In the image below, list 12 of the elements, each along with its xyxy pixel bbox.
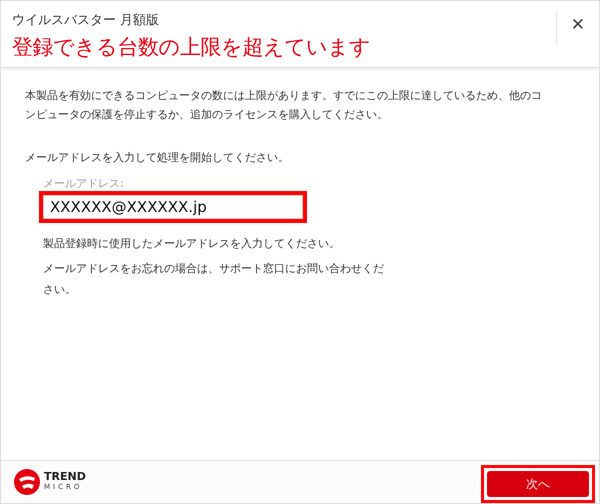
prompt-text: メールアドレスを入力して処理を開始してください。 <box>25 150 290 166</box>
help-text: 製品登録時に使用したメールアドレスを入力してください。 <box>43 236 341 252</box>
email-field[interactable]: XXXXXX@XXXXXX.jp <box>39 191 307 223</box>
help-text: メールアドレスをお忘れの場合は、サポート窓口にお問い合わせください。 <box>43 261 385 298</box>
logo-text: TREND <box>44 471 86 482</box>
logo-icon <box>13 468 41 496</box>
window-title: 登録できる台数の上限を超えています <box>12 34 372 61</box>
next-button[interactable]: 次へ <box>487 471 589 497</box>
intro-text: 本製品を有効にできるコンピュータの数には上限があります。すでにこの上限に達しているため、他のコンピュータの保護を停止するか、追加のライセンスを購入してください。 <box>25 88 543 123</box>
app-name: ウイルスバスター 月額版 <box>12 12 160 29</box>
field-label: メールアドレス: <box>43 177 125 191</box>
close-button[interactable]: ✕ <box>566 11 589 39</box>
